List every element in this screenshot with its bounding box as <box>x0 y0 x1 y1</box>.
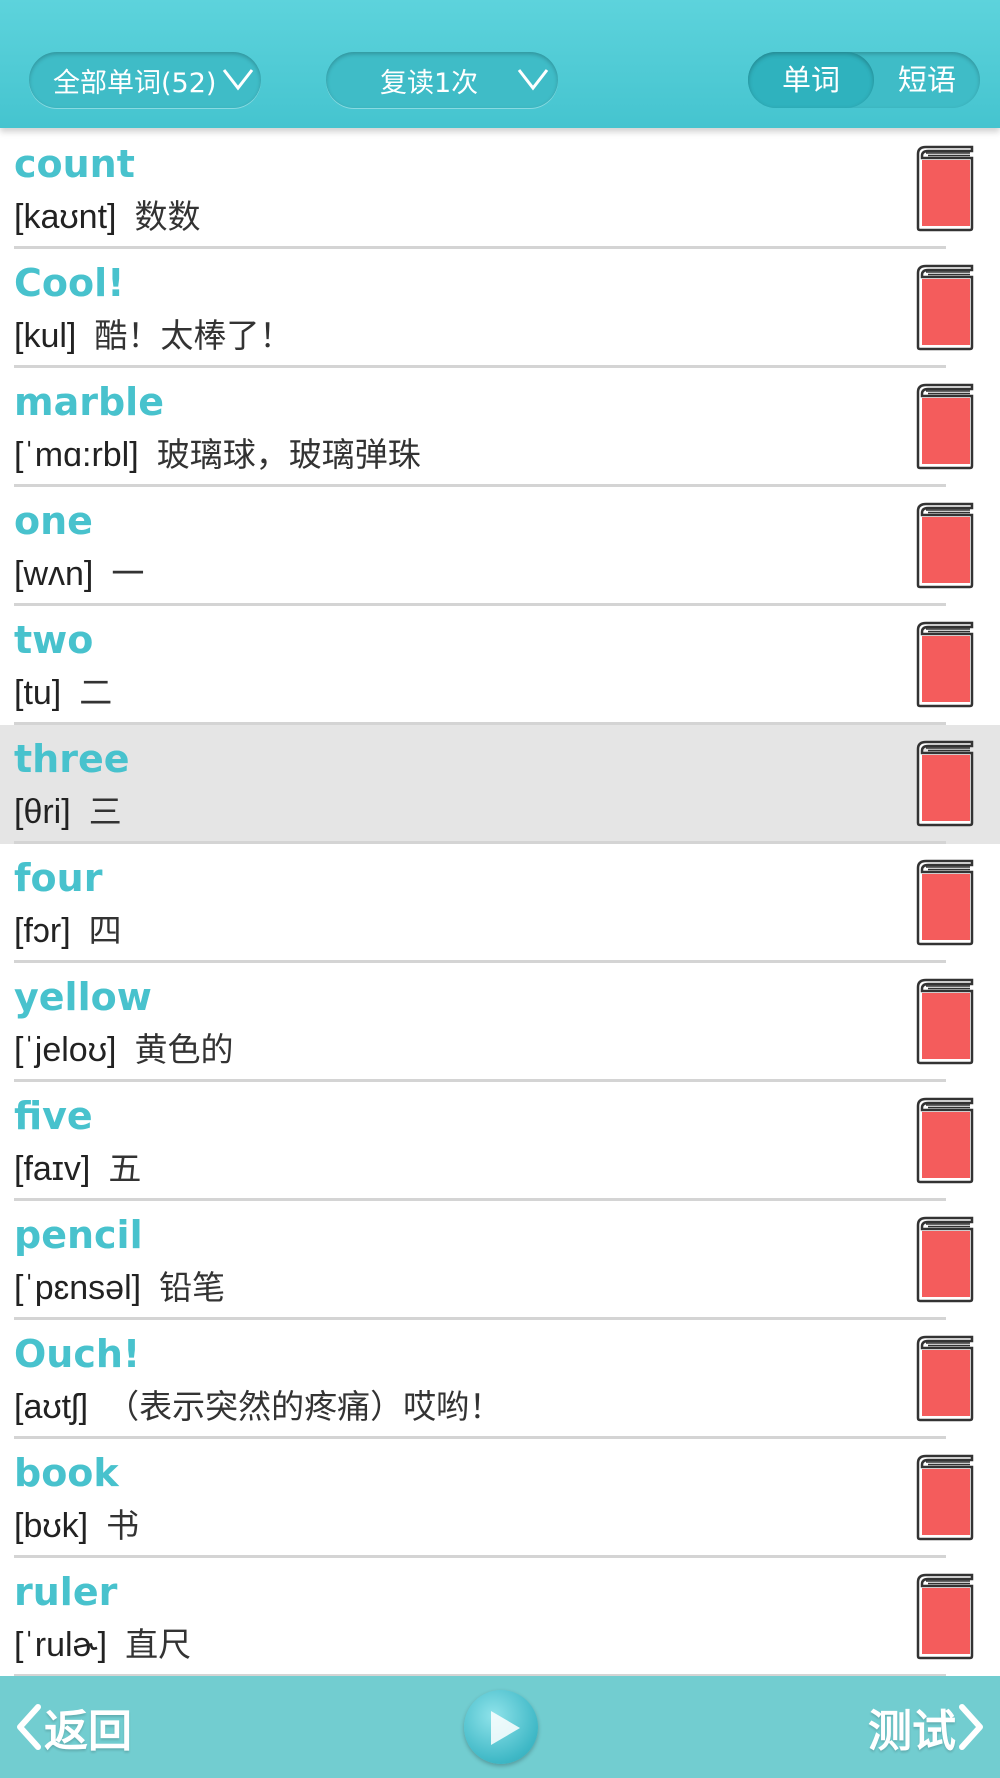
phonetic-value: [aʊtʃ] <box>14 1388 89 1426</box>
back-button[interactable]: 返回 <box>14 1694 132 1760</box>
book-icon[interactable] <box>912 263 976 351</box>
tab-phrases[interactable]: 短语 <box>874 52 980 108</box>
phonetic-value: [kaʊnt] <box>14 198 117 236</box>
phonetic-value: [bʊk] <box>14 1507 89 1545</box>
bottom-bar: 返回 测试 <box>0 1676 1000 1778</box>
word-filter-label: 全部单词(52) <box>53 67 217 99</box>
phonetic-text: [ˈpɛnsəl] 铅笔 <box>14 1261 225 1309</box>
back-label: 返回 <box>44 1706 132 1757</box>
phonetic-value: [kul] <box>14 317 77 355</box>
phonetic-text: [kaʊnt] 数数 <box>14 190 200 238</box>
word-text: yellow <box>14 975 152 1019</box>
word-row[interactable]: Ouch! [aʊtʃ] （表示突然的疼痛）哎哟！ <box>0 1320 1000 1439</box>
phonetic-text: [fɔr] 四 <box>14 904 122 952</box>
meaning-text: 二 <box>79 673 113 712</box>
phonetic-text: [ˈjeloʊ] 黄色的 <box>14 1023 233 1071</box>
phonetic-value: [fɔr] <box>14 912 71 950</box>
word-text: three <box>14 737 130 781</box>
chevron-down-icon <box>517 69 549 91</box>
word-text: Ouch! <box>14 1332 141 1376</box>
word-phrase-toggle: 单词 短语 <box>748 52 980 108</box>
phonetic-text: [faɪv] 五 <box>14 1142 141 1190</box>
book-icon[interactable] <box>912 977 976 1065</box>
word-list: count [kaʊnt] 数数 Cool! [kul] 酷！太棒了！ marble… <box>0 130 1000 1677</box>
book-icon[interactable] <box>912 739 976 827</box>
word-row[interactable]: four [fɔr] 四 <box>0 844 1000 963</box>
phonetic-value: [faɪv] <box>14 1150 91 1188</box>
phonetic-value: [wʌn] <box>14 555 94 593</box>
phonetic-text: [ˈmɑ:rbl] 玻璃球，玻璃弹珠 <box>14 428 421 476</box>
book-icon[interactable] <box>912 382 976 470</box>
book-icon[interactable] <box>912 858 976 946</box>
word-row[interactable]: pencil [ˈpɛnsəl] 铅笔 <box>0 1201 1000 1320</box>
meaning-text: 黄色的 <box>134 1030 234 1069</box>
phonetic-value: [ˈpɛnsəl] <box>14 1269 142 1307</box>
word-row[interactable]: three [θri] 三 <box>0 725 1000 844</box>
book-icon[interactable] <box>912 1215 976 1303</box>
meaning-text: （表示突然的疼痛）哎哟！ <box>106 1387 503 1426</box>
word-row[interactable]: one [wʌn] 一 <box>0 487 1000 606</box>
phonetic-text: [tu] 二 <box>14 666 112 714</box>
phonetic-text: [ˈrulɚ] 直尺 <box>14 1618 191 1666</box>
meaning-text: 玻璃球，玻璃弹珠 <box>156 435 421 474</box>
meaning-text: 三 <box>88 792 122 831</box>
play-button[interactable] <box>464 1690 538 1764</box>
chevron-down-icon <box>222 69 254 91</box>
phonetic-text: [aʊtʃ] （表示突然的疼痛）哎哟！ <box>14 1380 502 1428</box>
phonetic-text: [bʊk] 书 <box>14 1499 139 1547</box>
meaning-text: 数数 <box>134 197 201 236</box>
word-text: book <box>14 1451 119 1495</box>
book-icon[interactable] <box>912 501 976 589</box>
word-text: two <box>14 618 94 662</box>
word-row[interactable]: ruler [ˈrulɚ] 直尺 <box>0 1558 1000 1677</box>
word-row[interactable]: book [bʊk] 书 <box>0 1439 1000 1558</box>
word-row[interactable]: two [tu] 二 <box>0 606 1000 725</box>
play-icon <box>491 1711 520 1745</box>
back-arrow-icon <box>17 1704 41 1750</box>
meaning-text: 一 <box>111 554 145 593</box>
meaning-text: 书 <box>106 1506 140 1545</box>
word-text: count <box>14 142 135 186</box>
phonetic-value: [θri] <box>14 793 71 831</box>
book-icon[interactable] <box>912 144 976 232</box>
test-label: 测试 <box>868 1706 956 1757</box>
book-icon[interactable] <box>912 1453 976 1541</box>
word-filter-dropdown[interactable]: 全部单词(52) <box>29 52 261 108</box>
meaning-text: 直尺 <box>125 1625 192 1664</box>
top-toolbar: 全部单词(52) 复读1次 单词 短语 <box>0 0 1000 128</box>
word-row[interactable]: five [faɪv] 五 <box>0 1082 1000 1201</box>
meaning-text: 酷！太棒了！ <box>94 316 293 355</box>
forward-arrow-icon <box>959 1704 983 1750</box>
word-text: five <box>14 1094 93 1138</box>
book-icon[interactable] <box>912 1572 976 1660</box>
phonetic-text: [kul] 酷！太棒了！ <box>14 309 292 357</box>
phonetic-text: [θri] 三 <box>14 785 122 833</box>
book-icon[interactable] <box>912 1334 976 1422</box>
word-text: ruler <box>14 1570 118 1614</box>
word-row[interactable]: yellow [ˈjeloʊ] 黄色的 <box>0 963 1000 1082</box>
meaning-text: 铅笔 <box>159 1268 226 1307</box>
phonetic-text: [wʌn] 一 <box>14 547 144 595</box>
word-text: marble <box>14 380 164 424</box>
test-button[interactable]: 测试 <box>868 1694 986 1760</box>
meaning-text: 四 <box>88 911 122 950</box>
word-row[interactable]: count [kaʊnt] 数数 <box>0 130 1000 249</box>
book-icon[interactable] <box>912 620 976 708</box>
word-text: Cool! <box>14 261 125 305</box>
word-row[interactable]: marble [ˈmɑ:rbl] 玻璃球，玻璃弹珠 <box>0 368 1000 487</box>
phonetic-value: [tu] <box>14 674 62 712</box>
phonetic-value: [ˈrulɚ] <box>14 1626 108 1664</box>
word-text: pencil <box>14 1213 143 1257</box>
repeat-count-label: 复读1次 <box>380 67 479 99</box>
meaning-text: 五 <box>108 1149 142 1188</box>
word-text: four <box>14 856 103 900</box>
tab-words[interactable]: 单词 <box>748 52 874 108</box>
phonetic-value: [ˈjeloʊ] <box>14 1031 117 1069</box>
word-row[interactable]: Cool! [kul] 酷！太棒了！ <box>0 249 1000 368</box>
phonetic-value: [ˈmɑ:rbl] <box>14 436 139 474</box>
repeat-count-dropdown[interactable]: 复读1次 <box>326 52 558 108</box>
book-icon[interactable] <box>912 1096 976 1184</box>
word-text: one <box>14 499 93 543</box>
